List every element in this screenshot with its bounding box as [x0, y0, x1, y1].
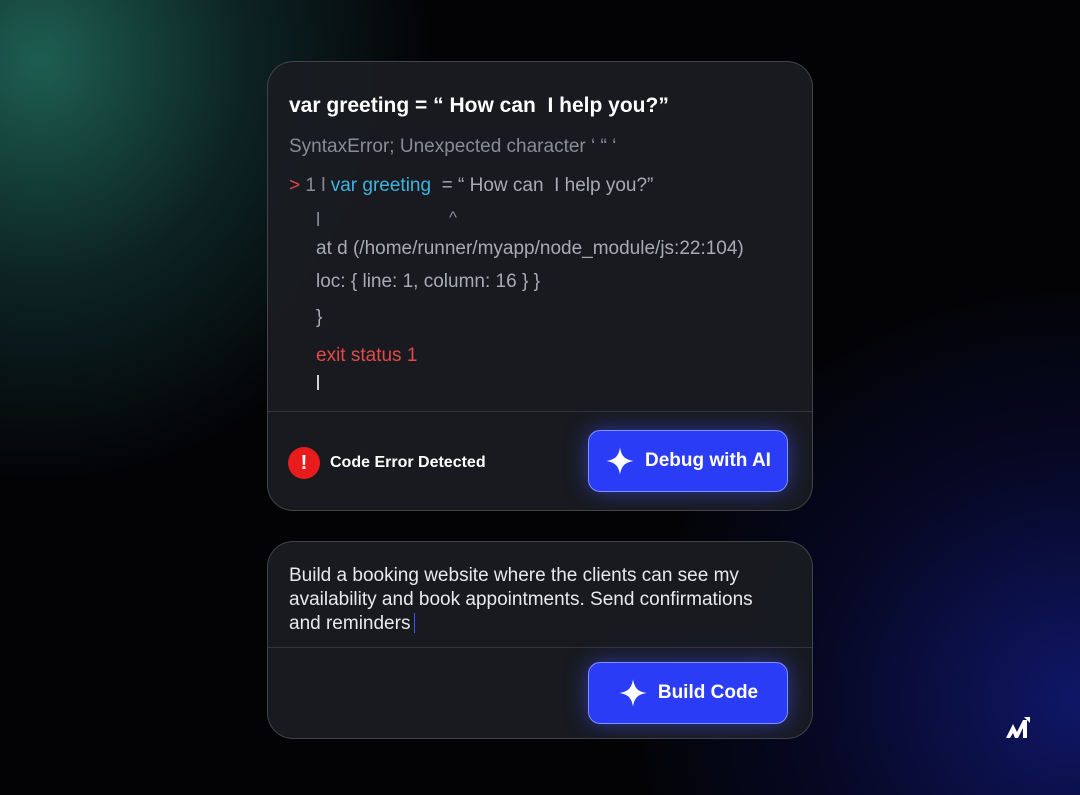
line-rest: = “ How can I help you?”	[431, 175, 654, 196]
debug-with-ai-button[interactable]: Debug with AI	[588, 430, 788, 492]
syntax-error-message: SyntaxError; Unexpected character ‘ “ ‘	[289, 136, 617, 157]
prompt-text: Build a booking website where the client…	[289, 565, 753, 634]
line-gutter: 1 l	[300, 175, 331, 196]
text-cursor	[414, 613, 416, 633]
sparkle-icon	[606, 447, 634, 475]
location-line: loc: { line: 1, column: 16 } }	[316, 271, 540, 292]
line-keyword: var greeting	[330, 175, 432, 196]
status-label: Code Error Detected	[330, 454, 486, 471]
stack-trace-line: at d (/home/runner/myapp/node_module/js:…	[316, 238, 744, 259]
error-card: var greeting = “ How can I help you?” Sy…	[267, 61, 813, 511]
error-status: ! Code Error Detected	[288, 447, 486, 479]
prompt-arrow: >	[289, 175, 301, 196]
pipe-marker: l	[316, 210, 321, 231]
caret-marker: ^	[449, 208, 457, 227]
card-divider	[268, 411, 812, 412]
build-button-label: Build Code	[657, 682, 759, 703]
exclamation-icon: !	[288, 447, 320, 479]
prompt-input[interactable]: Build a booking website where the client…	[289, 564, 789, 636]
closing-brace: }	[316, 307, 323, 328]
debug-button-label: Debug with AI	[645, 450, 771, 471]
brand-logo-icon	[1006, 717, 1030, 738]
build-code-button[interactable]: Build Code	[588, 662, 788, 724]
code-output: var greeting = “ How can I help you?” Sy…	[268, 62, 812, 412]
sparkle-icon	[619, 679, 647, 707]
prompt-card: Build a booking website where the client…	[267, 541, 813, 739]
text-cursor	[317, 375, 319, 390]
code-title: var greeting = “ How can I help you?”	[289, 94, 669, 117]
card-divider	[268, 647, 812, 648]
exit-status: exit status 1	[316, 345, 418, 366]
error-source-line: > 1 l var greeting = “ How can I help yo…	[289, 175, 653, 197]
